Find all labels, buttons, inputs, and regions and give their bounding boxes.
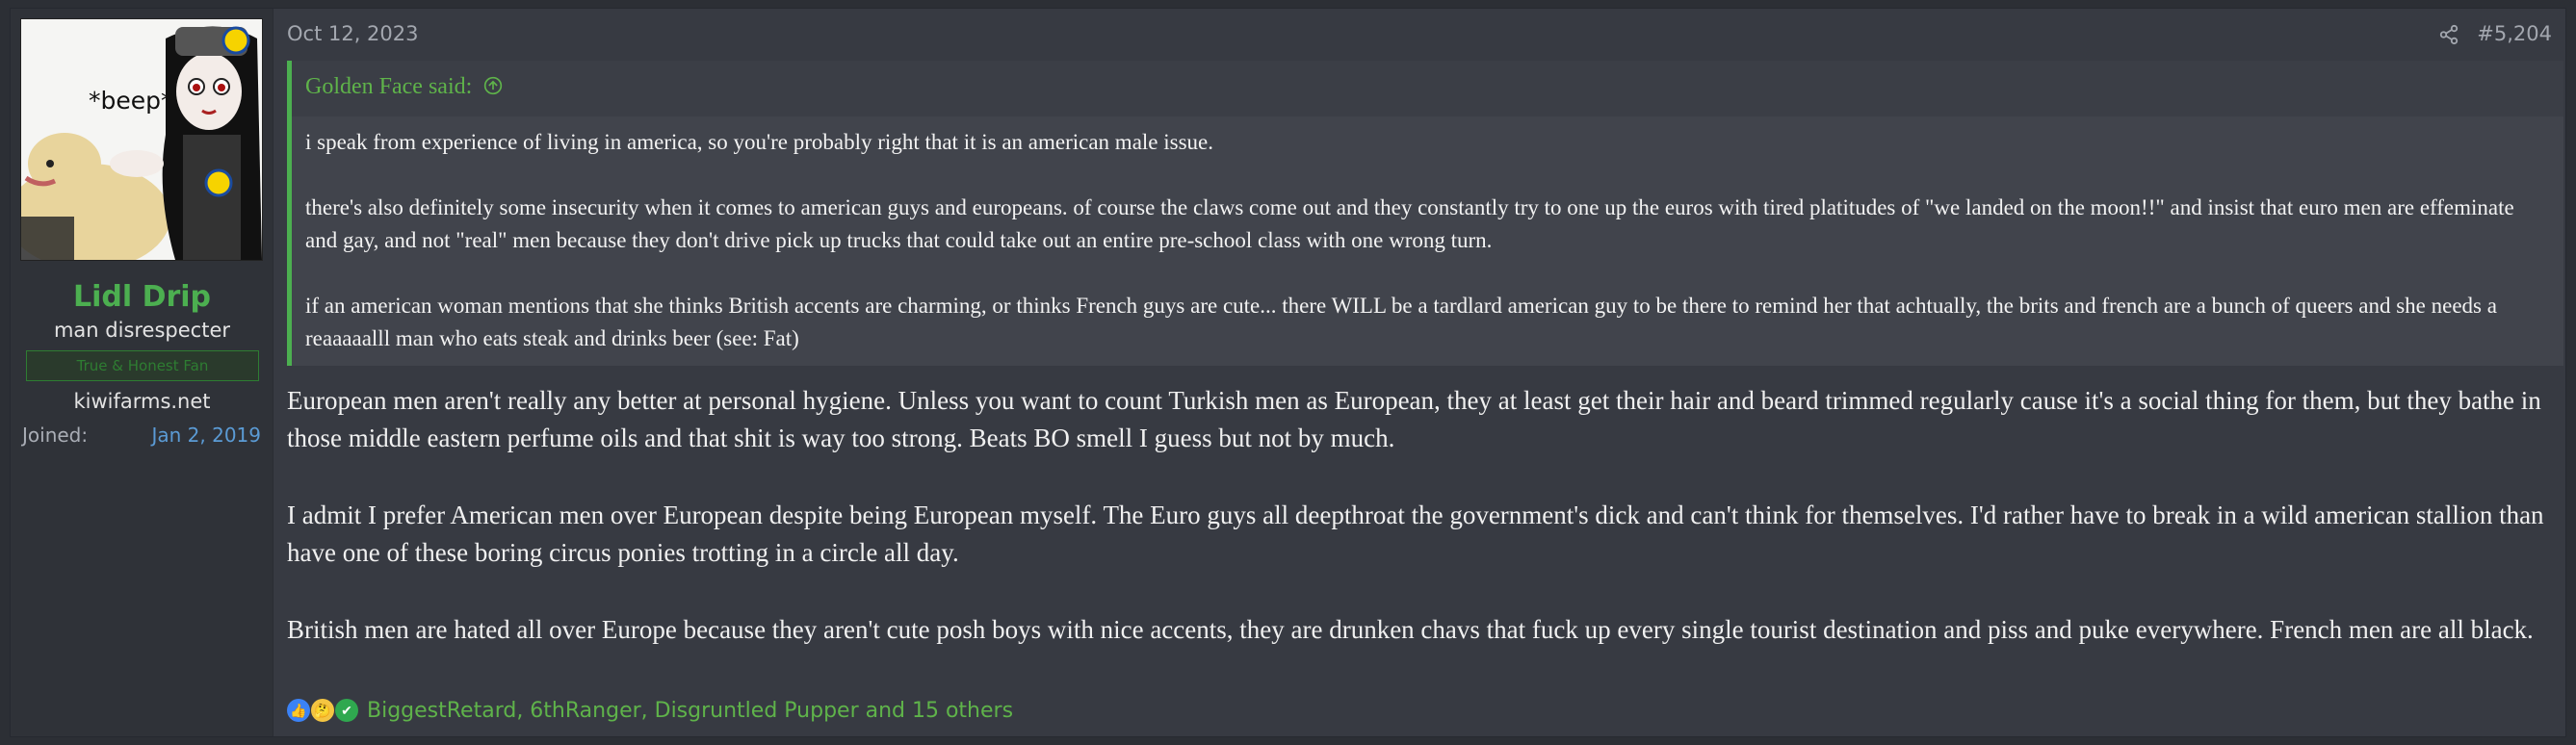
quote-paragraph: i speak from experience of living in ame… bbox=[305, 130, 1213, 154]
quote-author[interactable]: Golden Face said: bbox=[305, 74, 503, 100]
jump-to-quote-icon[interactable] bbox=[483, 76, 503, 95]
quote-block: Golden Face said: i speak from experienc… bbox=[287, 61, 2563, 366]
post-main: Oct 12, 2023 #5,204 Golden Face said: i … bbox=[273, 9, 2565, 736]
joined-label: Joined: bbox=[22, 424, 89, 447]
reaction-icons: 👍 🤔 ✔ bbox=[287, 699, 359, 722]
post-number[interactable]: #5,204 bbox=[2477, 22, 2552, 45]
joined-date: Jan 2, 2019 bbox=[151, 424, 261, 447]
user-banner: True & Honest Fan bbox=[26, 350, 259, 381]
quote-header: Golden Face said: bbox=[292, 61, 2563, 116]
share-icon[interactable] bbox=[2438, 24, 2459, 45]
post-date[interactable]: Oct 12, 2023 bbox=[287, 22, 419, 45]
user-title: man disrespecter bbox=[53, 319, 231, 342]
forum-post: *beep* Lidl Drip man disrespecter True &… bbox=[10, 8, 2566, 737]
username[interactable]: Lidl Drip bbox=[11, 280, 273, 314]
quote-body: i speak from experience of living in ame… bbox=[305, 126, 2550, 388]
user-website: kiwifarms.net bbox=[73, 390, 211, 413]
avatar-image bbox=[21, 19, 262, 260]
quote-paragraph: if an american woman mentions that she t… bbox=[305, 294, 2497, 350]
reactions-list-link[interactable]: BiggestRetard, 6thRanger, Disgruntled Pu… bbox=[367, 699, 1013, 723]
quote-author-text: Golden Face said: bbox=[305, 74, 473, 99]
agree-icon: ✔ bbox=[335, 699, 358, 722]
avatar-caption: *beep* bbox=[89, 87, 173, 115]
post-paragraph: I admit I prefer American men over Europ… bbox=[287, 501, 2544, 567]
user-panel: *beep* Lidl Drip man disrespecter True &… bbox=[11, 9, 273, 736]
reactions-bar[interactable]: 👍 🤔 ✔ BiggestRetard, 6thRanger, Disgrunt… bbox=[287, 696, 1013, 725]
thinking-icon: 🤔 bbox=[311, 699, 334, 722]
like-icon: 👍 bbox=[287, 699, 310, 722]
post-body: European men aren't really any better at… bbox=[287, 382, 2552, 688]
quote-paragraph: there's also definitely some insecurity … bbox=[305, 195, 2514, 252]
post-paragraph: British men are hated all over Europe be… bbox=[287, 615, 2534, 644]
post-paragraph: European men aren't really any better at… bbox=[287, 386, 2541, 452]
avatar[interactable]: *beep* bbox=[20, 18, 263, 261]
